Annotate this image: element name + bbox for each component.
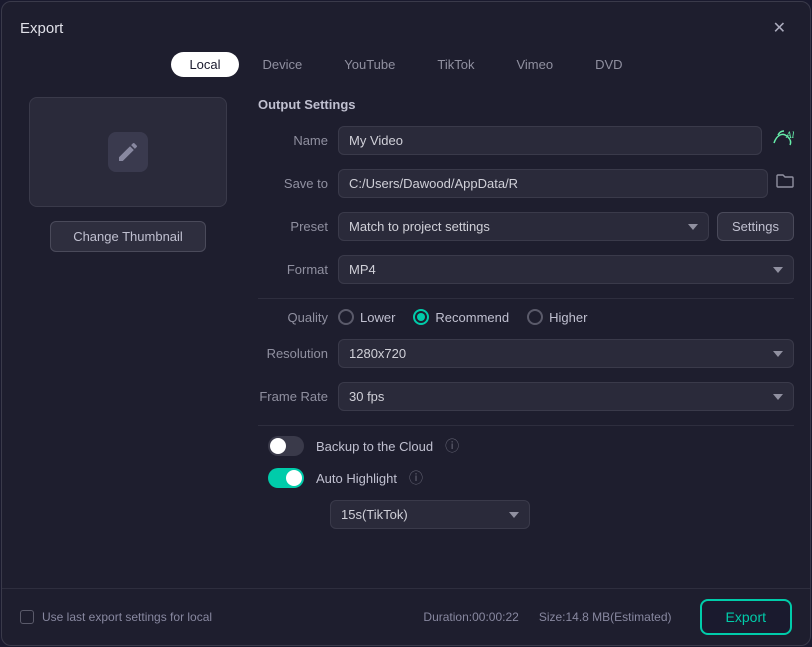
- quality-lower[interactable]: Lower: [338, 309, 395, 325]
- quality-row: Quality Lower Recommend Higher: [258, 309, 794, 325]
- save-path-input[interactable]: [338, 169, 768, 198]
- preset-label: Preset: [258, 219, 328, 234]
- autohighlight-label: Auto Highlight: [316, 471, 397, 486]
- radio-lower: [338, 309, 354, 325]
- quality-recommend-label: Recommend: [435, 310, 509, 325]
- right-panel: Output Settings Name AI Save to: [258, 89, 794, 588]
- tiktok-duration-select[interactable]: 15s(TikTok): [330, 500, 530, 529]
- preset-row: Preset Match to project settings Setting…: [258, 212, 794, 241]
- change-thumbnail-button[interactable]: Change Thumbnail: [50, 221, 206, 252]
- export-button[interactable]: Export: [700, 599, 792, 635]
- folder-row: [338, 169, 794, 198]
- autohighlight-row: Auto Highlight ⓘ: [258, 468, 794, 488]
- resolution-row: Resolution 1280x720: [258, 339, 794, 368]
- tab-tiktok[interactable]: TikTok: [419, 52, 492, 77]
- tab-device[interactable]: Device: [245, 52, 321, 77]
- backup-toggle[interactable]: [268, 436, 304, 456]
- preset-row-inner: Match to project settings Settings: [338, 212, 794, 241]
- tab-vimeo[interactable]: Vimeo: [498, 52, 571, 77]
- thumbnail-preview[interactable]: [29, 97, 227, 207]
- quality-higher-label: Higher: [549, 310, 587, 325]
- ai-icon[interactable]: AI: [772, 129, 794, 152]
- dialog-title: Export: [20, 20, 63, 37]
- radio-higher: [527, 309, 543, 325]
- resolution-label: Resolution: [258, 346, 328, 361]
- last-settings-checkbox[interactable]: [20, 610, 34, 624]
- backup-label: Backup to the Cloud: [316, 439, 433, 454]
- quality-label: Quality: [258, 310, 328, 325]
- tab-bar: Local Device YouTube TikTok Vimeo DVD: [2, 48, 810, 89]
- format-row: Format MP4: [258, 255, 794, 284]
- framerate-select[interactable]: 30 fps: [338, 382, 794, 411]
- tab-youtube[interactable]: YouTube: [326, 52, 413, 77]
- title-bar: Export ✕: [2, 2, 810, 48]
- thumbnail-icon: [108, 132, 148, 172]
- close-button[interactable]: ✕: [767, 16, 792, 40]
- format-label: Format: [258, 262, 328, 277]
- folder-icon[interactable]: [776, 173, 794, 194]
- divider-1: [258, 298, 794, 299]
- quality-lower-label: Lower: [360, 310, 395, 325]
- footer: Use last export settings for local Durat…: [2, 588, 810, 645]
- footer-info: Duration:00:00:22 Size:14.8 MB(Estimated…: [423, 610, 671, 624]
- framerate-row: Frame Rate 30 fps: [258, 382, 794, 411]
- export-dialog: Export ✕ Local Device YouTube TikTok Vim…: [1, 1, 811, 646]
- size-info: Size:14.8 MB(Estimated): [539, 610, 672, 624]
- last-settings-label: Use last export settings for local: [42, 610, 212, 624]
- name-input[interactable]: [338, 126, 762, 155]
- backup-help-icon[interactable]: ⓘ: [445, 436, 459, 456]
- save-to-row: Save to: [258, 169, 794, 198]
- quality-recommend[interactable]: Recommend: [413, 309, 509, 325]
- preset-select[interactable]: Match to project settings: [338, 212, 709, 241]
- quality-options: Lower Recommend Higher: [338, 309, 794, 325]
- last-settings-row: Use last export settings for local: [20, 610, 212, 624]
- name-row: Name AI: [258, 126, 794, 155]
- name-label: Name: [258, 133, 328, 148]
- save-to-label: Save to: [258, 176, 328, 191]
- resolution-select[interactable]: 1280x720: [338, 339, 794, 368]
- radio-recommend: [413, 309, 429, 325]
- divider-2: [258, 425, 794, 426]
- main-content: Change Thumbnail Output Settings Name AI: [2, 89, 810, 588]
- section-title: Output Settings: [258, 97, 794, 112]
- quality-higher[interactable]: Higher: [527, 309, 587, 325]
- autohighlight-help-icon[interactable]: ⓘ: [409, 468, 423, 488]
- tab-local[interactable]: Local: [171, 52, 238, 77]
- autohighlight-toggle[interactable]: [268, 468, 304, 488]
- backup-row: Backup to the Cloud ⓘ: [258, 436, 794, 456]
- left-panel: Change Thumbnail: [18, 89, 238, 588]
- format-select[interactable]: MP4: [338, 255, 794, 284]
- settings-button[interactable]: Settings: [717, 212, 794, 241]
- framerate-label: Frame Rate: [258, 389, 328, 404]
- duration-info: Duration:00:00:22: [423, 610, 518, 624]
- svg-text:AI: AI: [785, 130, 794, 140]
- tab-dvd[interactable]: DVD: [577, 52, 640, 77]
